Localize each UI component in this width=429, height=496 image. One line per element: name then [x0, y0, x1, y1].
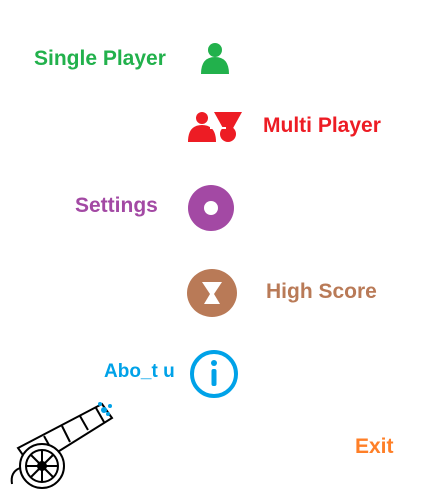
hourglass-icon[interactable] — [186, 268, 238, 318]
person-icon[interactable] — [197, 40, 233, 76]
cannon-icon — [10, 402, 114, 489]
info-icon[interactable] — [189, 348, 239, 400]
single-player-button[interactable]: Single Player — [34, 47, 166, 71]
settings-button[interactable]: Settings — [75, 194, 158, 218]
high-score-button[interactable]: High Score — [266, 280, 377, 304]
exit-button[interactable]: Exit — [355, 435, 394, 459]
group-icon[interactable] — [186, 110, 246, 144]
settings-ring-icon[interactable] — [187, 184, 235, 232]
about-button[interactable]: Abo_t u — [104, 362, 184, 382]
multi-player-button[interactable]: Multi Player — [263, 114, 381, 138]
